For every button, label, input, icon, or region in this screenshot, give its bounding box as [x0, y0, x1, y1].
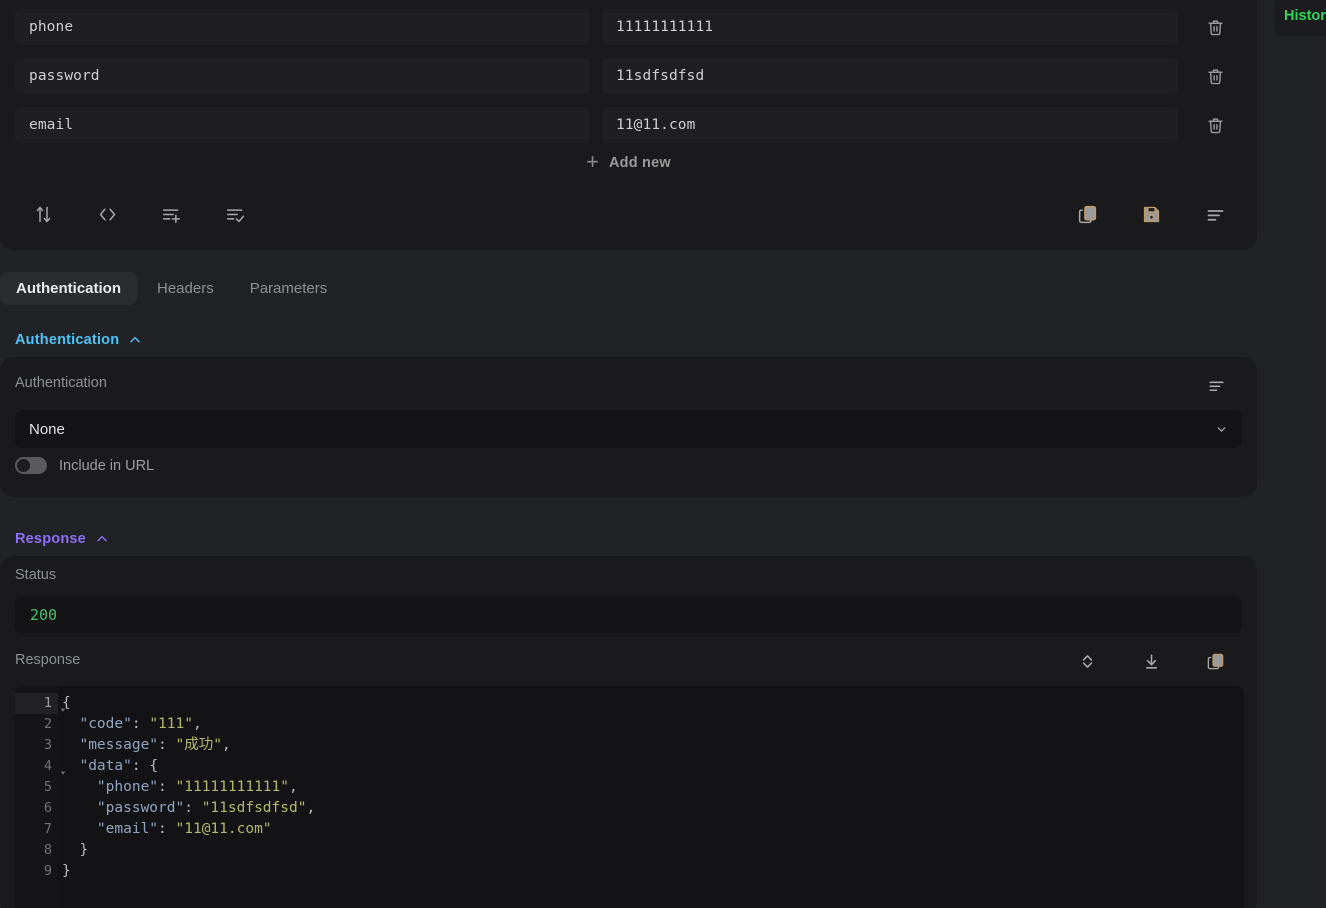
add-list-button[interactable] — [149, 192, 193, 236]
code-line: } — [62, 863, 71, 879]
authentication-field-label: Authentication — [15, 375, 107, 391]
check-list-icon — [226, 208, 244, 222]
copy-icon — [1207, 653, 1223, 669]
save-icon — [1143, 206, 1159, 222]
code-line: "email": "11@11.com" — [96, 821, 272, 837]
add-list-icon — [162, 208, 180, 223]
tab-parameters[interactable]: Parameters — [234, 272, 344, 305]
gutter-line: 8 — [15, 840, 58, 861]
gutter-line: 4 — [15, 756, 66, 777]
include-in-url-toggle[interactable] — [15, 457, 47, 474]
gutter-line: 3 — [15, 735, 58, 756]
kv-value-input-0[interactable]: 11111111111 — [602, 9, 1178, 45]
authentication-type-select[interactable]: None — [15, 410, 1242, 448]
response-code-editor[interactable]: 1 2 3 4 5 6 7 8 9 { "code": "111", "mess… — [15, 686, 1244, 908]
code-line: "message": "成功", — [79, 737, 231, 753]
line-number: 3 — [43, 737, 52, 753]
add-new-button[interactable]: + Add new — [0, 149, 1257, 174]
code-line: { — [62, 695, 71, 711]
code-gutter: 1 2 3 4 5 6 7 8 9 — [15, 686, 66, 908]
gutter-line: 1 — [15, 693, 66, 714]
code-text-area[interactable]: { "code": "111", "message": "成功", "data"… — [58, 686, 1244, 908]
table-row: email 11@11.com — [0, 107, 1257, 143]
download-button[interactable] — [1134, 644, 1168, 678]
include-in-url-row: Include in URL — [15, 457, 154, 474]
gutter-line: 2 — [15, 714, 58, 735]
kv-value-input-1[interactable]: 11sdfsdfsd — [602, 58, 1178, 94]
line-number: 2 — [43, 716, 52, 732]
status-value-box: 200 — [15, 597, 1242, 633]
line-number: 4 — [43, 758, 52, 774]
expand-collapse-button[interactable] — [1070, 644, 1104, 678]
authentication-section-title: Authentication — [15, 332, 120, 348]
table-row: phone 11111111111 — [0, 9, 1257, 45]
gutter-line: 7 — [15, 819, 58, 840]
copy-icon — [1078, 205, 1096, 223]
kv-key-input-0[interactable]: phone — [15, 9, 590, 45]
authentication-section-header[interactable]: Authentication — [15, 332, 142, 348]
gutter-line: 5 — [15, 777, 58, 798]
sort-icon — [36, 206, 50, 222]
code-line: } — [62, 842, 89, 858]
copy-button[interactable] — [1065, 192, 1109, 236]
download-icon — [1145, 653, 1157, 669]
line-number: 1 — [43, 695, 52, 711]
response-panel: Status 200 Response 1 2 3 4 5 6 7 8 9 {… — [0, 556, 1257, 908]
line-number: 8 — [43, 842, 52, 858]
plus-icon: + — [586, 149, 600, 174]
kv-key-input-2[interactable]: email — [15, 107, 590, 143]
delete-row-button-0[interactable] — [1198, 10, 1232, 44]
history-tab[interactable]: History — [1274, 0, 1326, 36]
key-value-panel: phone 11111111111 password 11sdfsdfsd em… — [0, 0, 1257, 250]
response-section-header[interactable]: Response — [15, 531, 109, 547]
authentication-type-value: None — [29, 420, 65, 438]
trash-icon — [1207, 117, 1223, 133]
kv-toolbar — [0, 192, 1257, 238]
trash-icon — [1207, 19, 1223, 35]
include-in-url-label: Include in URL — [59, 457, 155, 474]
tab-headers[interactable]: Headers — [141, 272, 230, 305]
table-row: password 11sdfsdfsd — [0, 58, 1257, 94]
line-number: 7 — [43, 821, 52, 837]
status-label: Status — [15, 567, 57, 583]
kv-value-input-2[interactable]: 11@11.com — [602, 107, 1178, 143]
format-button[interactable] — [1193, 192, 1237, 236]
response-section-title: Response — [15, 531, 86, 547]
chevron-up-icon — [128, 333, 142, 347]
toggle-knob — [17, 459, 30, 472]
line-number: 5 — [43, 779, 52, 795]
kv-key-input-1[interactable]: password — [15, 58, 590, 94]
gutter-line: 6 — [15, 798, 58, 819]
delete-row-button-1[interactable] — [1198, 59, 1232, 93]
add-new-label: Add new — [609, 155, 671, 171]
code-line: "code": "111", — [79, 716, 202, 732]
line-number: 6 — [43, 800, 52, 816]
auth-options-button[interactable] — [1199, 368, 1233, 402]
chevron-up-icon — [95, 532, 109, 546]
delete-row-button-2[interactable] — [1198, 108, 1232, 142]
chevron-down-icon — [1215, 423, 1228, 436]
authentication-panel: Authentication None Include in URL — [0, 357, 1257, 497]
response-body-label: Response — [15, 652, 81, 668]
code-line: "password": "11sdfsdfsd", — [96, 800, 316, 816]
check-list-button[interactable] — [213, 192, 257, 236]
format-icon — [1207, 209, 1223, 221]
copy-response-button[interactable] — [1198, 644, 1232, 678]
code-icon — [99, 208, 115, 220]
code-view-button[interactable] — [85, 192, 129, 236]
chevron-up-down-icon — [1082, 654, 1092, 668]
trash-icon — [1207, 68, 1223, 84]
line-number: 9 — [43, 863, 52, 879]
format-icon — [1208, 381, 1224, 391]
code-line: "phone": "11111111111", — [96, 779, 298, 795]
gutter-line: 9 — [15, 861, 58, 882]
history-label: History — [1284, 8, 1326, 24]
save-button[interactable] — [1129, 192, 1173, 236]
status-code-value: 200 — [30, 606, 58, 624]
code-line: "data": { — [79, 758, 159, 774]
sort-button[interactable] — [21, 192, 65, 236]
request-tabs: Authentication Headers Parameters — [0, 272, 343, 305]
tab-authentication[interactable]: Authentication — [0, 272, 137, 305]
